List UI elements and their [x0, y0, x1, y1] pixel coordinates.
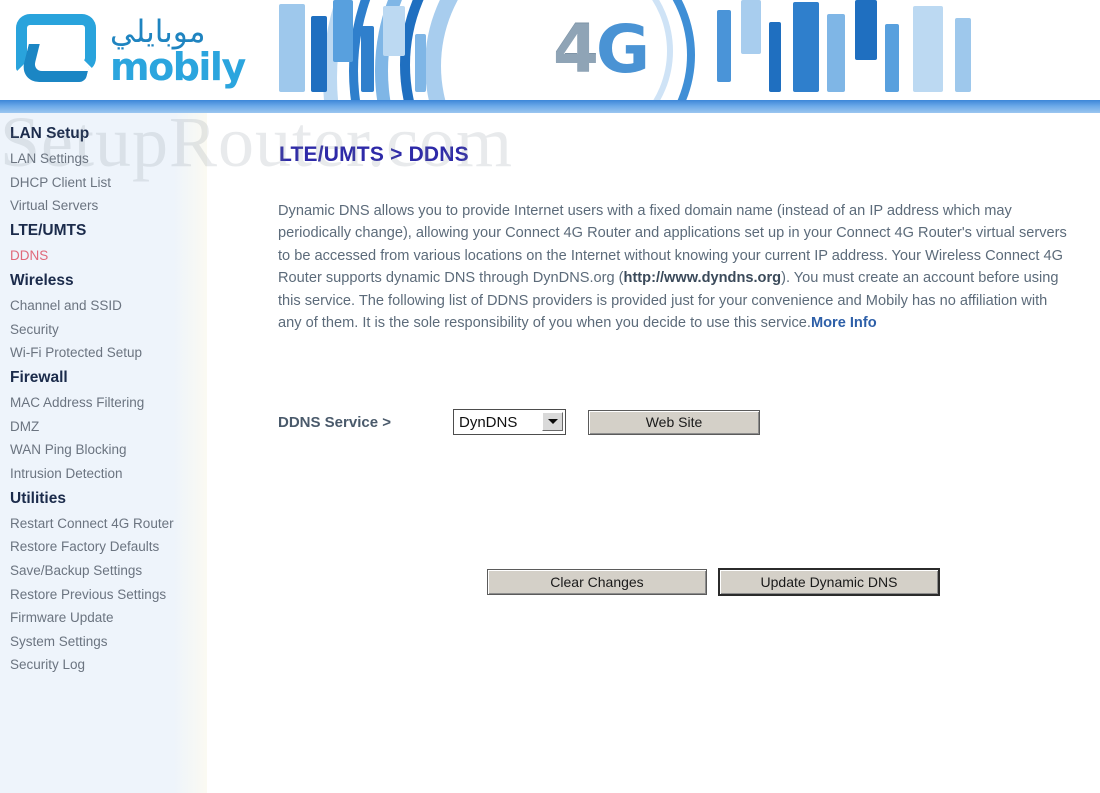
banner-4g-artwork: 4G — [265, 0, 1100, 100]
ddns-service-select-wrapper[interactable]: DynDNS — [453, 409, 566, 435]
sidebar-item-wan-ping-blocking[interactable]: WAN Ping Blocking — [0, 438, 207, 462]
sidebar-item-security-log[interactable]: Security Log — [0, 653, 207, 677]
ddns-service-select[interactable]: DynDNS — [453, 409, 566, 435]
sidebar-navigation: LAN Setup LAN Settings DHCP Client List … — [0, 113, 207, 793]
ddns-service-label: DDNS Service > — [278, 413, 391, 431]
clear-changes-button[interactable]: Clear Changes — [487, 569, 707, 595]
sidebar-heading-firewall: Firewall — [10, 368, 68, 386]
sidebar-item-lan-settings[interactable]: LAN Settings — [0, 147, 207, 171]
ddns-description: Dynamic DNS allows you to provide Intern… — [278, 200, 1068, 334]
sidebar-item-channel-and-ssid[interactable]: Channel and SSID — [0, 294, 207, 318]
sidebar-item-intrusion-detection[interactable]: Intrusion Detection — [0, 462, 207, 486]
sidebar-item-security[interactable]: Security — [0, 318, 207, 342]
web-site-button[interactable]: Web Site — [588, 409, 760, 435]
sidebar-item-restore-previous-settings[interactable]: Restore Previous Settings — [0, 583, 207, 607]
header-divider-bar — [0, 100, 1100, 113]
ddns-service-row: DDNS Service > DynDNS Web Site — [278, 409, 760, 435]
logo-latin-text: mobily — [110, 45, 246, 89]
sidebar-heading-lan-setup: LAN Setup — [10, 125, 90, 142]
page-header: موبايلي mobily 4G — [0, 0, 1100, 100]
banner-4g-letter: G — [595, 11, 650, 88]
sidebar-item-mac-address-filtering[interactable]: MAC Address Filtering — [0, 391, 207, 415]
sidebar-item-virtual-servers[interactable]: Virtual Servers — [0, 194, 207, 218]
sidebar-item-dmz[interactable]: DMZ — [0, 415, 207, 439]
sidebar-item-firmware-update[interactable]: Firmware Update — [0, 606, 207, 630]
page-title: LTE/UMTS > DDNS — [279, 143, 469, 166]
action-button-row: Clear Changes Update Dynamic DNS — [487, 568, 940, 596]
sidebar-item-save-backup-settings[interactable]: Save/Backup Settings — [0, 559, 207, 583]
dyndns-url-text[interactable]: http://www.dyndns.org — [624, 270, 782, 286]
update-dynamic-dns-button[interactable]: Update Dynamic DNS — [718, 568, 940, 596]
sidebar-heading-utilities: Utilities — [10, 489, 66, 507]
mobily-logo[interactable]: موبايلي mobily — [14, 8, 264, 96]
sidebar-item-wifi-protected-setup[interactable]: Wi-Fi Protected Setup — [0, 341, 207, 365]
sidebar-item-restore-factory-defaults[interactable]: Restore Factory Defaults — [0, 535, 207, 559]
sidebar-item-restart-connect-4g-router[interactable]: Restart Connect 4G Router — [0, 512, 207, 536]
sidebar-heading-wireless: Wireless — [10, 271, 74, 289]
sidebar-item-ddns[interactable]: DDNS — [0, 244, 207, 268]
banner-4g-digit: 4 — [552, 11, 599, 88]
sidebar-heading-lte-umts: LTE/UMTS — [10, 222, 87, 240]
banner-4g-text: 4G — [520, 2, 680, 98]
mobily-logo-mark-icon — [16, 14, 102, 86]
main-content: LTE/UMTS > DDNS Dynamic DNS allows you t… — [207, 113, 1100, 793]
more-info-link[interactable]: More Info — [811, 315, 877, 331]
sidebar-item-system-settings[interactable]: System Settings — [0, 630, 207, 654]
sidebar-item-dhcp-client-list[interactable]: DHCP Client List — [0, 171, 207, 195]
